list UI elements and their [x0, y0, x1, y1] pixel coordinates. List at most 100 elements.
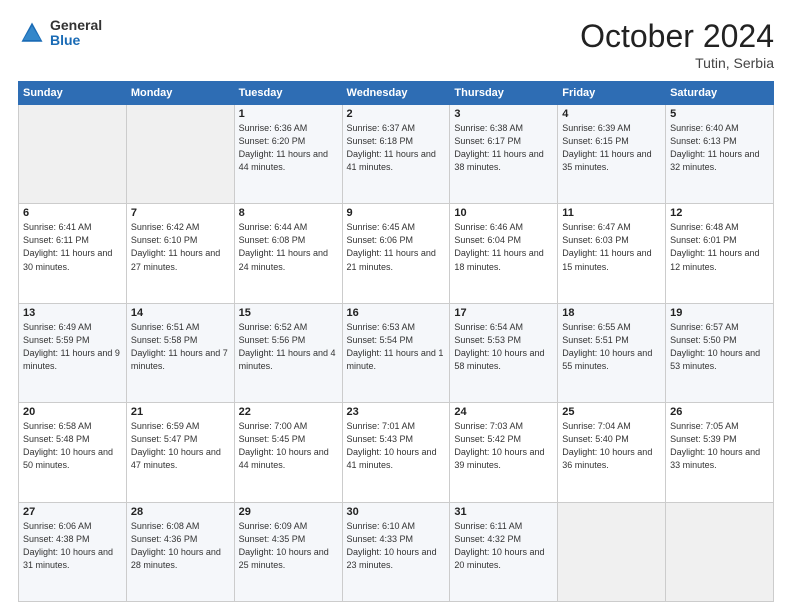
logo-icon [18, 19, 46, 47]
calendar-cell [666, 502, 774, 601]
day-detail: Sunrise: 6:42 AMSunset: 6:10 PMDaylight:… [131, 221, 230, 273]
calendar-cell: 21Sunrise: 6:59 AMSunset: 5:47 PMDayligh… [126, 403, 234, 502]
day-number: 24 [454, 406, 553, 418]
calendar-cell: 22Sunrise: 7:00 AMSunset: 5:45 PMDayligh… [234, 403, 342, 502]
day-number: 15 [239, 307, 338, 319]
calendar-cell: 14 Sunrise: 6:51 AMSunset: 5:58 PMDayligh… [126, 303, 234, 402]
calendar-week-row: 1Sunrise: 6:36 AMSunset: 6:20 PMDaylight… [19, 105, 774, 204]
col-friday: Friday [558, 82, 666, 105]
day-detail: Sunrise: 6:10 AMSunset: 4:33 PMDaylight:… [347, 520, 446, 572]
day-detail: Sunrise: 6:47 AMSunset: 6:03 PMDaylight:… [562, 221, 661, 273]
logo-general-text: General [50, 18, 102, 33]
calendar-table: Sunday Monday Tuesday Wednesday Thursday… [18, 81, 774, 602]
day-detail: Sunrise: 6:08 AMSunset: 4:36 PMDaylight:… [131, 520, 230, 572]
day-number: 13 [23, 307, 122, 319]
calendar-cell: 29 Sunrise: 6:09 AMSunset: 4:35 PMDayligh… [234, 502, 342, 601]
day-detail: Sunrise: 6:11 AMSunset: 4:32 PMDaylight:… [454, 520, 553, 572]
day-number: 20 [23, 406, 122, 418]
calendar-week-row: 13 Sunrise: 6:49 AMSunset: 5:59 PMDayligh… [19, 303, 774, 402]
calendar-cell: 17 Sunrise: 6:54 AMSunset: 5:53 PMDayligh… [450, 303, 558, 402]
header: General Blue October 2024 Tutin, Serbia [18, 18, 774, 71]
page: General Blue October 2024 Tutin, Serbia … [0, 0, 792, 612]
month-title: October 2024 [580, 18, 774, 55]
day-detail: Sunrise: 7:03 AMSunset: 5:42 PMDaylight:… [454, 420, 553, 472]
day-detail: Sunrise: 6:40 AMSunset: 6:13 PMDaylight:… [670, 122, 769, 174]
calendar-cell [558, 502, 666, 601]
calendar-cell: 8 Sunrise: 6:44 AMSunset: 6:08 PMDaylight… [234, 204, 342, 303]
day-detail: Sunrise: 7:01 AMSunset: 5:43 PMDaylight:… [347, 420, 446, 472]
calendar-cell: 5 Sunrise: 6:40 AMSunset: 6:13 PMDaylight… [666, 105, 774, 204]
calendar-cell: 19 Sunrise: 6:57 AMSunset: 5:50 PMDayligh… [666, 303, 774, 402]
calendar-cell [126, 105, 234, 204]
calendar-header-row: Sunday Monday Tuesday Wednesday Thursday… [19, 82, 774, 105]
day-number: 8 [239, 207, 338, 219]
calendar-cell: 12Sunrise: 6:48 AMSunset: 6:01 PMDayligh… [666, 204, 774, 303]
day-detail: Sunrise: 6:51 AMSunset: 5:58 PMDaylight:… [131, 321, 230, 373]
day-detail: Sunrise: 6:57 AMSunset: 5:50 PMDaylight:… [670, 321, 769, 373]
day-number: 5 [670, 108, 769, 120]
day-number: 14 [131, 307, 230, 319]
calendar-cell: 13 Sunrise: 6:49 AMSunset: 5:59 PMDayligh… [19, 303, 127, 402]
day-detail: Sunrise: 7:04 AMSunset: 5:40 PMDaylight:… [562, 420, 661, 472]
day-number: 6 [23, 207, 122, 219]
day-number: 11 [562, 207, 661, 219]
calendar-cell: 9 Sunrise: 6:45 AMSunset: 6:06 PMDaylight… [342, 204, 450, 303]
day-detail: Sunrise: 6:46 AMSunset: 6:04 PMDaylight:… [454, 221, 553, 273]
logo: General Blue [18, 18, 102, 49]
calendar-week-row: 20Sunrise: 6:58 AMSunset: 5:48 PMDayligh… [19, 403, 774, 502]
day-number: 30 [347, 506, 446, 518]
location-subtitle: Tutin, Serbia [580, 55, 774, 71]
logo-blue-text: Blue [50, 33, 102, 48]
day-detail: Sunrise: 6:45 AMSunset: 6:06 PMDaylight:… [347, 221, 446, 273]
calendar-cell: 24 Sunrise: 7:03 AMSunset: 5:42 PMDayligh… [450, 403, 558, 502]
logo-text: General Blue [50, 18, 102, 49]
day-number: 26 [670, 406, 769, 418]
col-sunday: Sunday [19, 82, 127, 105]
day-number: 3 [454, 108, 553, 120]
day-number: 4 [562, 108, 661, 120]
calendar-week-row: 6 Sunrise: 6:41 AMSunset: 6:11 PMDaylight… [19, 204, 774, 303]
day-detail: Sunrise: 7:00 AMSunset: 5:45 PMDaylight:… [239, 420, 338, 472]
day-detail: Sunrise: 6:53 AMSunset: 5:54 PMDaylight:… [347, 321, 446, 373]
calendar-cell: 25Sunrise: 7:04 AMSunset: 5:40 PMDayligh… [558, 403, 666, 502]
day-detail: Sunrise: 6:39 AMSunset: 6:15 PMDaylight:… [562, 122, 661, 174]
calendar-cell: 6 Sunrise: 6:41 AMSunset: 6:11 PMDaylight… [19, 204, 127, 303]
day-number: 28 [131, 506, 230, 518]
calendar-cell: 3Sunrise: 6:38 AMSunset: 6:17 PMDaylight… [450, 105, 558, 204]
calendar-cell: 31 Sunrise: 6:11 AMSunset: 4:32 PMDayligh… [450, 502, 558, 601]
calendar-cell: 30 Sunrise: 6:10 AMSunset: 4:33 PMDayligh… [342, 502, 450, 601]
col-thursday: Thursday [450, 82, 558, 105]
calendar-cell: 7Sunrise: 6:42 AMSunset: 6:10 PMDaylight… [126, 204, 234, 303]
day-number: 1 [239, 108, 338, 120]
calendar-cell: 27Sunrise: 6:06 AMSunset: 4:38 PMDayligh… [19, 502, 127, 601]
calendar-cell: 1Sunrise: 6:36 AMSunset: 6:20 PMDaylight… [234, 105, 342, 204]
col-saturday: Saturday [666, 82, 774, 105]
col-wednesday: Wednesday [342, 82, 450, 105]
day-number: 12 [670, 207, 769, 219]
col-monday: Monday [126, 82, 234, 105]
day-number: 17 [454, 307, 553, 319]
calendar-cell: 26Sunrise: 7:05 AMSunset: 5:39 PMDayligh… [666, 403, 774, 502]
calendar-cell: 28 Sunrise: 6:08 AMSunset: 4:36 PMDayligh… [126, 502, 234, 601]
day-number: 16 [347, 307, 446, 319]
day-detail: Sunrise: 6:06 AMSunset: 4:38 PMDaylight:… [23, 520, 122, 572]
calendar-cell: 11 Sunrise: 6:47 AMSunset: 6:03 PMDayligh… [558, 204, 666, 303]
calendar-cell: 18Sunrise: 6:55 AMSunset: 5:51 PMDayligh… [558, 303, 666, 402]
calendar-cell [19, 105, 127, 204]
calendar-cell: 23Sunrise: 7:01 AMSunset: 5:43 PMDayligh… [342, 403, 450, 502]
day-detail: Sunrise: 6:44 AMSunset: 6:08 PMDaylight:… [239, 221, 338, 273]
day-number: 19 [670, 307, 769, 319]
calendar-cell: 2Sunrise: 6:37 AMSunset: 6:18 PMDaylight… [342, 105, 450, 204]
calendar-cell: 20Sunrise: 6:58 AMSunset: 5:48 PMDayligh… [19, 403, 127, 502]
day-detail: Sunrise: 6:37 AMSunset: 6:18 PMDaylight:… [347, 122, 446, 174]
day-detail: Sunrise: 6:09 AMSunset: 4:35 PMDaylight:… [239, 520, 338, 572]
calendar-cell: 16 Sunrise: 6:53 AMSunset: 5:54 PMDayligh… [342, 303, 450, 402]
day-detail: Sunrise: 6:41 AMSunset: 6:11 PMDaylight:… [23, 221, 122, 273]
day-detail: Sunrise: 6:54 AMSunset: 5:53 PMDaylight:… [454, 321, 553, 373]
day-detail: Sunrise: 6:49 AMSunset: 5:59 PMDaylight:… [23, 321, 122, 373]
day-number: 9 [347, 207, 446, 219]
day-number: 31 [454, 506, 553, 518]
day-detail: Sunrise: 6:52 AMSunset: 5:56 PMDaylight:… [239, 321, 338, 373]
day-number: 29 [239, 506, 338, 518]
day-detail: Sunrise: 6:59 AMSunset: 5:47 PMDaylight:… [131, 420, 230, 472]
